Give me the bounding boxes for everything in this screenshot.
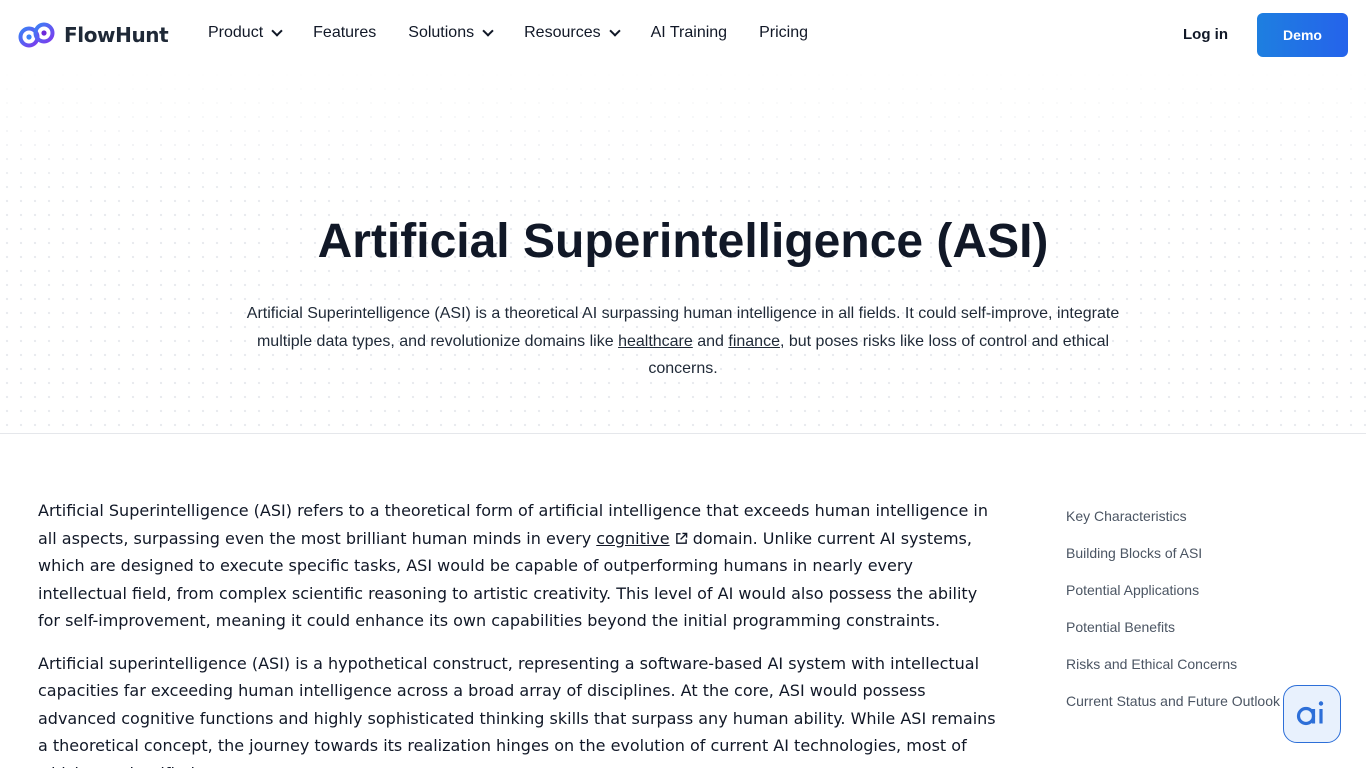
brand-name: FlowHunt — [64, 23, 169, 47]
chat-widget-button[interactable] — [1283, 685, 1341, 743]
main-nav: Product Features Solutions Resources AI … — [208, 24, 840, 42]
flowhunt-logo-icon — [18, 22, 55, 48]
flowhunt-logo[interactable]: FlowHunt — [18, 19, 169, 51]
nav-pricing[interactable]: Pricing — [759, 24, 808, 42]
cognitive-link[interactable]: cognitive — [596, 529, 669, 548]
external-link-icon — [675, 532, 687, 544]
nav-features[interactable]: Features — [313, 24, 376, 42]
nav-product[interactable]: Product — [208, 24, 283, 42]
toc-item-potential-benefits[interactable]: Potential Benefits — [1066, 619, 1280, 656]
nav-product-label: Product — [208, 24, 264, 41]
toc-item-potential-applications[interactable]: Potential Applications — [1066, 582, 1280, 619]
healthcare-link[interactable]: healthcare — [618, 333, 693, 350]
article-paragraph: Artificial superintelligence (ASI) is a … — [38, 653, 996, 768]
nav-features-label: Features — [313, 24, 377, 41]
login-link[interactable]: Log in — [1183, 26, 1228, 43]
article-paragraph: Artificial Superintelligence (ASI) refer… — [38, 497, 998, 635]
site-header: FlowHunt Product Features Solutions Reso… — [0, 0, 1366, 68]
finance-link[interactable]: finance — [728, 333, 780, 350]
hero-desc-and: and — [692, 332, 729, 350]
toc-item-risks-ethical-concerns[interactable]: Risks and Ethical Concerns — [1066, 656, 1280, 693]
hero-section: Artificial Superintelligence (ASI) Artif… — [0, 68, 1366, 434]
toc-item-building-blocks[interactable]: Building Blocks of ASI — [1066, 545, 1280, 582]
toc-item-current-status[interactable]: Current Status and Future Outlook — [1066, 693, 1280, 730]
nav-ai-training[interactable]: AI Training — [651, 24, 727, 42]
nav-pricing-label: Pricing — [759, 24, 808, 41]
chevron-down-icon — [271, 25, 283, 37]
chevron-down-icon — [608, 25, 621, 37]
ai-chat-icon — [1296, 701, 1324, 726]
table-of-contents: Key Characteristics Building Blocks of A… — [1066, 508, 1280, 730]
article-body: Artificial Superintelligence (ASI) refer… — [38, 497, 998, 768]
nav-resources-label: Resources — [524, 24, 601, 41]
nav-solutions[interactable]: Solutions — [408, 24, 494, 42]
toc-item-key-characteristics[interactable]: Key Characteristics — [1066, 508, 1280, 545]
demo-button[interactable]: Demo — [1257, 13, 1348, 57]
nav-solutions-label: Solutions — [408, 24, 475, 41]
chevron-down-icon — [482, 25, 494, 37]
nav-ai-training-label: AI Training — [650, 24, 728, 41]
nav-resources[interactable]: Resources — [524, 24, 621, 42]
page-title: Artificial Superintelligence (ASI) — [317, 215, 1049, 268]
hero-description: Artificial Superintelligence (ASI) is a … — [240, 300, 1126, 383]
